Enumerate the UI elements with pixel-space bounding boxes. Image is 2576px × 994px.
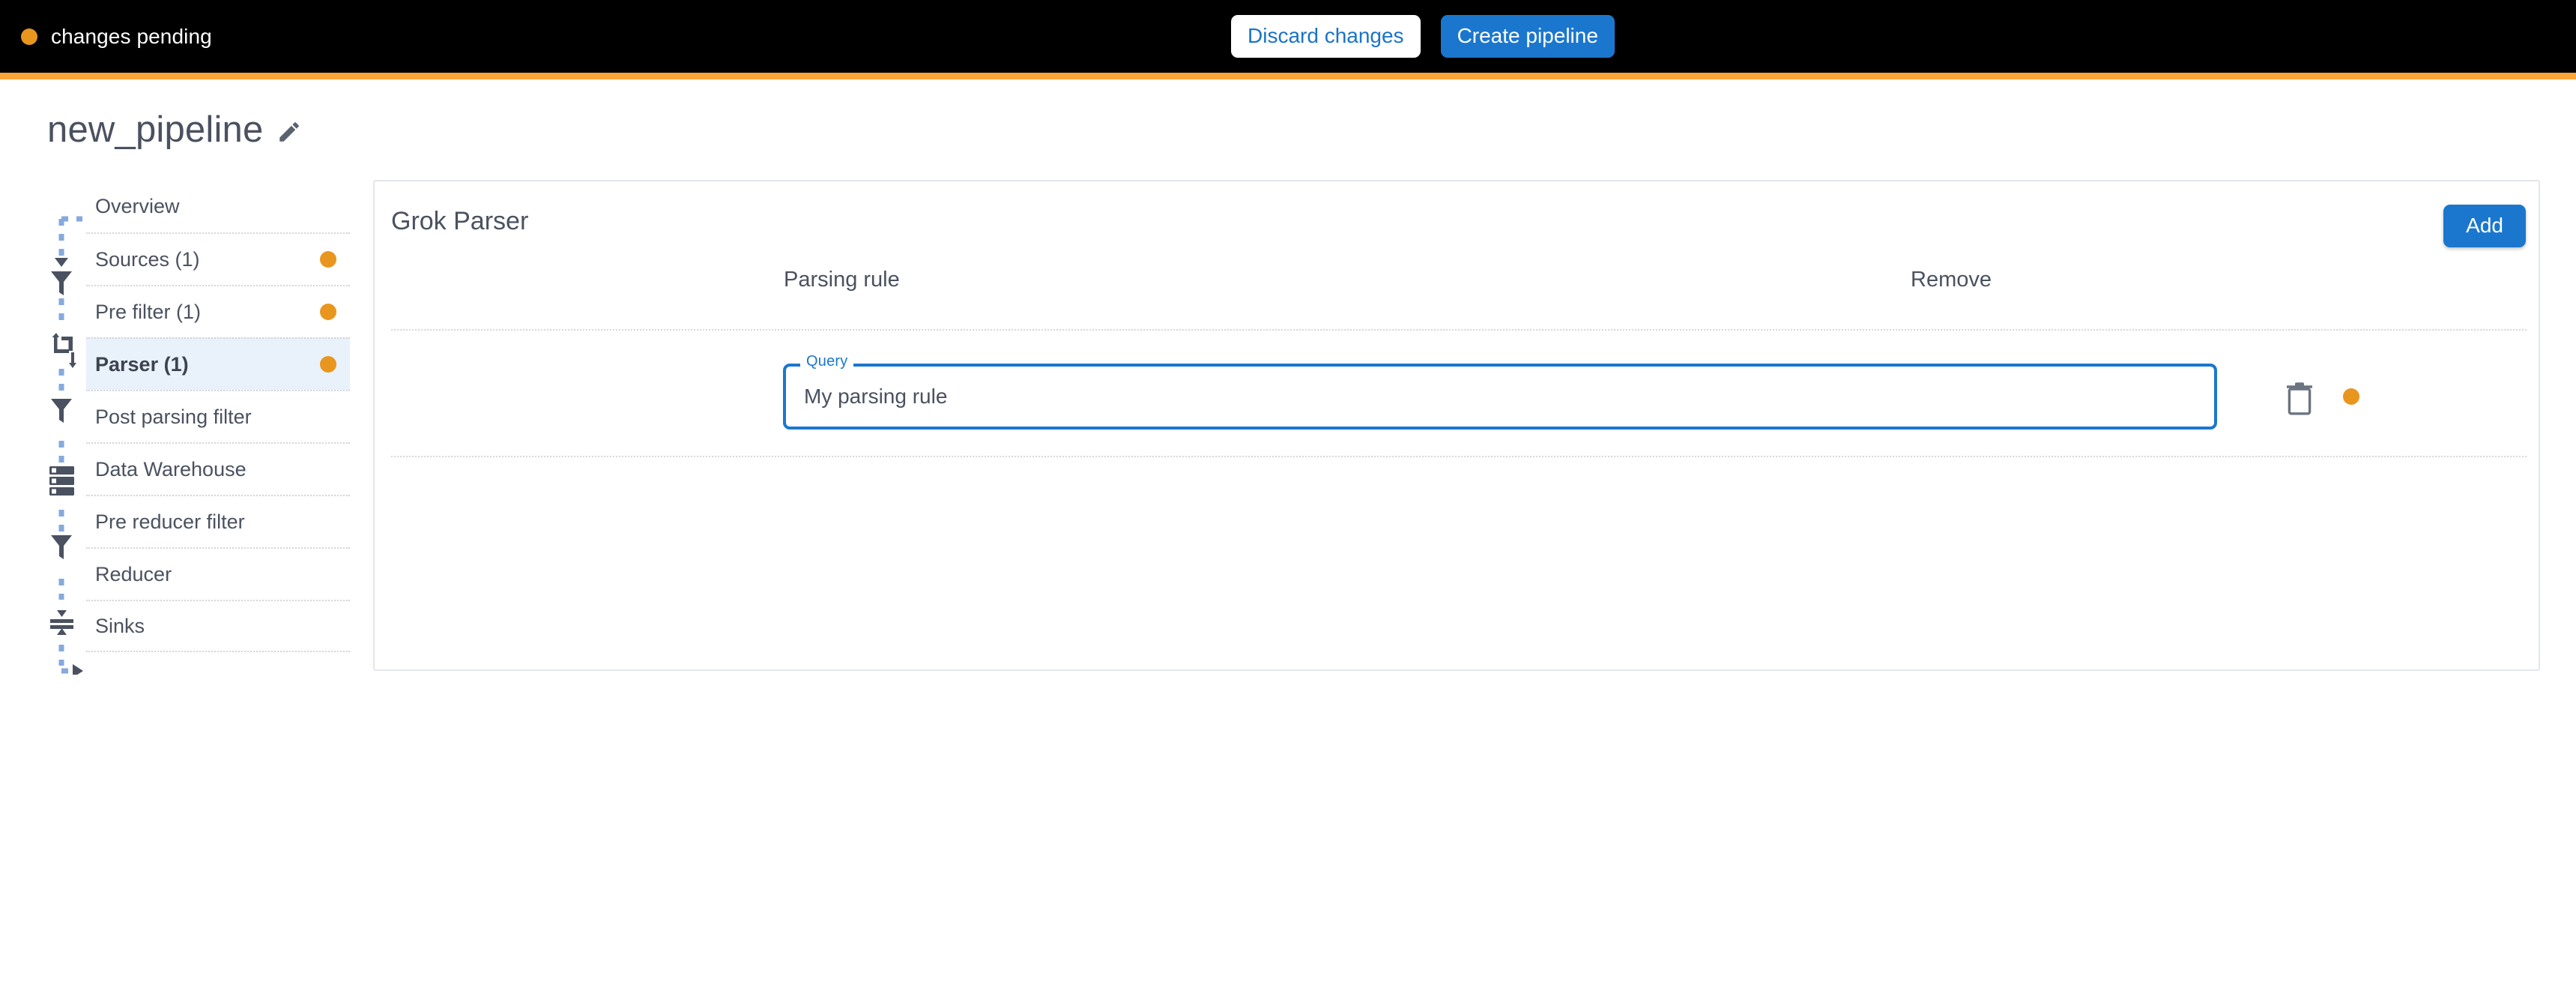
- sidebar-item-label: Sources (1): [95, 247, 200, 271]
- trash-icon[interactable]: [2282, 379, 2318, 418]
- page-title: new_pipeline: [47, 109, 264, 150]
- query-input-label: Query: [800, 354, 854, 369]
- pending-changes-status: changes pending: [21, 0, 212, 73]
- sidebar-item-pre-reducer-filter[interactable]: Pre reducer filter: [86, 495, 350, 547]
- sidebar-item-label: Pre filter (1): [95, 300, 202, 323]
- column-header-parsing-rule: Parsing rule: [784, 268, 900, 292]
- pipeline-stage-list: Overview Sources (1) Pre filter (1) Parser …: [86, 180, 350, 652]
- row-status-dot-icon: [2343, 388, 2359, 405]
- sidebar-item-label: Sinks: [95, 614, 145, 637]
- sidebar-item-status-dot-icon: [320, 356, 336, 373]
- grok-parser-panel: Grok Parser Add Parsing rule Remove Quer…: [373, 180, 2540, 671]
- sidebar-item-data-warehouse[interactable]: Data Warehouse: [86, 442, 350, 495]
- table-divider-bottom: [391, 456, 2527, 457]
- column-header-remove: Remove: [1911, 268, 1992, 292]
- table-column-headers: Parsing rule Remove: [391, 268, 2527, 320]
- sidebar-item-label: Parser (1): [95, 352, 189, 376]
- status-label: changes pending: [51, 24, 212, 48]
- discard-changes-button[interactable]: Discard changes: [1231, 15, 1421, 58]
- pipeline-connector-rail: [49, 216, 83, 675]
- sidebar-item-status-dot-icon: [320, 304, 336, 320]
- table-row: Query My parsing rule: [375, 350, 2542, 448]
- sidebar-item-label: Data Warehouse: [95, 457, 247, 481]
- sidebar-item-label: Post parsing filter: [95, 405, 252, 428]
- sidebar-item-parser-1[interactable]: Parser (1): [86, 337, 350, 390]
- sidebar-item-sinks[interactable]: Sinks: [86, 600, 350, 652]
- sidebar-item-pre-filter-1[interactable]: Pre filter (1): [86, 285, 350, 337]
- table-divider-top: [391, 329, 2527, 331]
- sidebar-item-label: Reducer: [95, 562, 172, 585]
- create-pipeline-button[interactable]: Create pipeline: [1440, 15, 1615, 58]
- sidebar-item-post-parsing-filter[interactable]: Post parsing filter: [86, 390, 350, 442]
- sidebar-item-sources-1[interactable]: Sources (1): [86, 232, 350, 285]
- content-area: Overview Sources (1) Pre filter (1) Parser …: [0, 180, 2576, 994]
- topbar-actions: Discard changes Create pipeline: [1231, 0, 1615, 73]
- notification-accent-stripe: [0, 73, 2576, 79]
- pencil-icon[interactable]: [276, 115, 302, 145]
- sidebar-item-label: Pre reducer filter: [95, 510, 245, 533]
- status-dot-icon: [21, 28, 37, 45]
- page-title-row: new_pipeline: [47, 109, 302, 151]
- sidebar-item-status-dot-icon: [320, 251, 336, 268]
- query-input-value: My parsing rule: [804, 385, 948, 408]
- sidebar-item-reducer[interactable]: Reducer: [86, 547, 350, 600]
- panel-title: Grok Parser: [391, 207, 529, 235]
- query-input-wrapper[interactable]: Query My parsing rule: [783, 354, 2217, 430]
- add-button[interactable]: Add: [2443, 205, 2526, 247]
- sidebar-item-overview[interactable]: Overview: [86, 180, 350, 232]
- sidebar-item-label: Overview: [95, 194, 180, 217]
